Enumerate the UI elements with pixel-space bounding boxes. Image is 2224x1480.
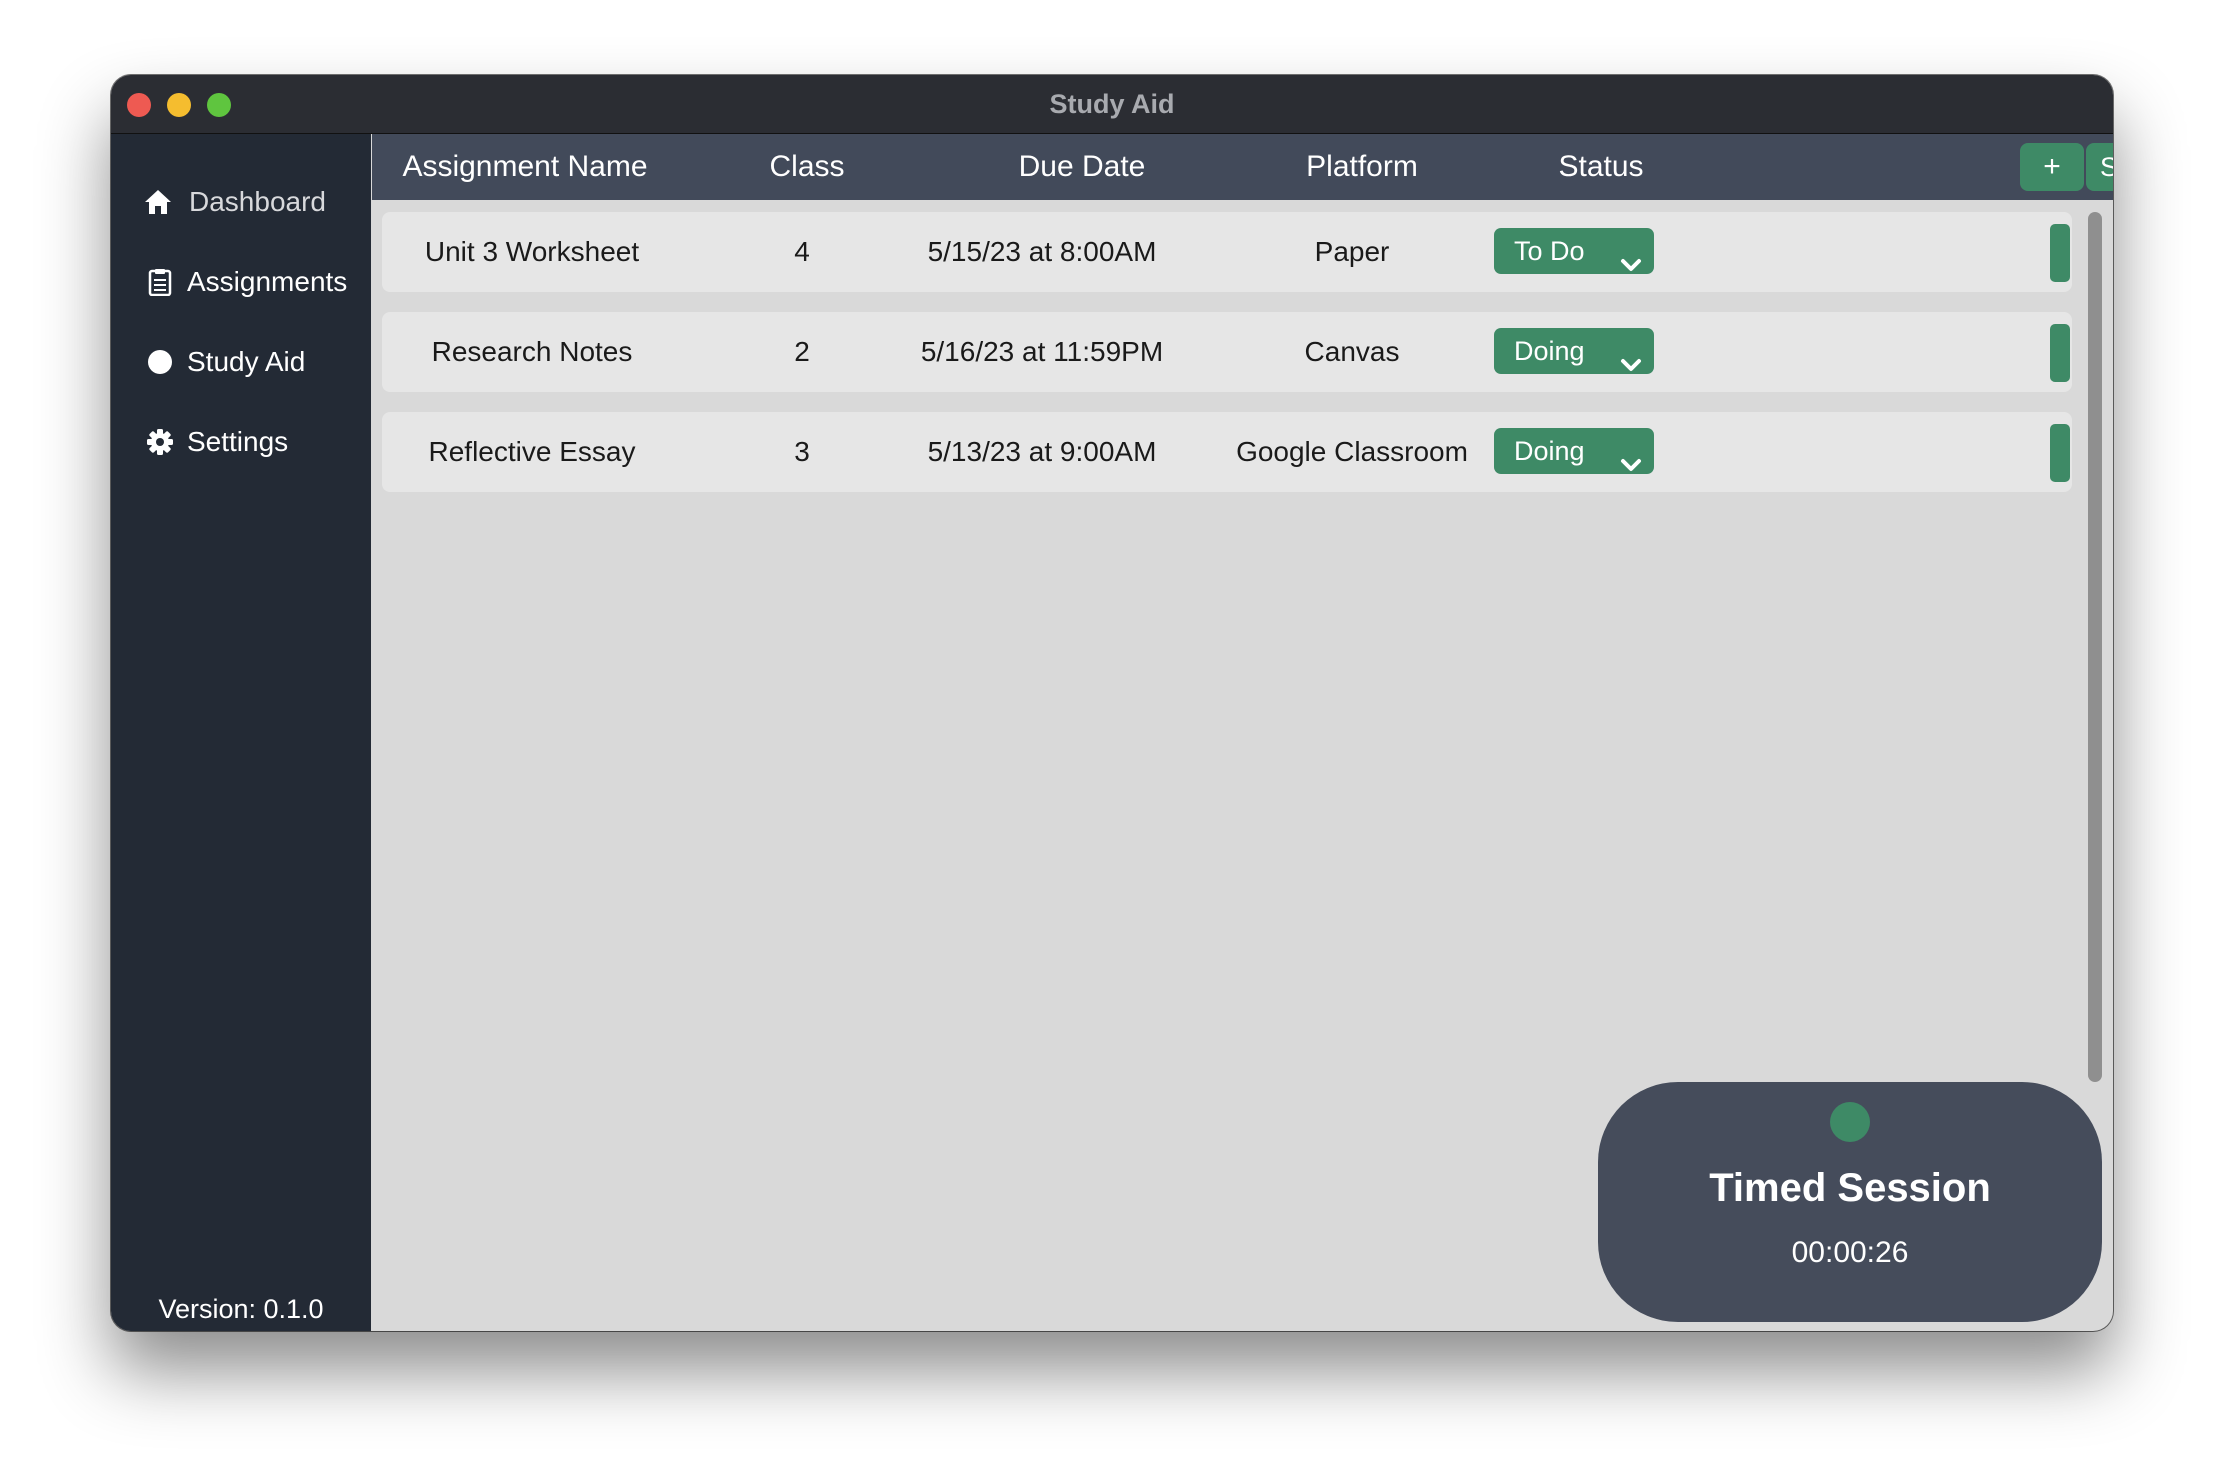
session-status-indicator <box>1830 1102 1870 1142</box>
status-dropdown[interactable]: Doing <box>1494 428 1654 474</box>
sidebar-item-label: Assignments <box>187 266 348 297</box>
cell-assignment-name: Reflective Essay <box>428 436 636 467</box>
gear-icon <box>145 427 175 457</box>
timed-session-clock: 00:00:26 <box>1791 1236 1909 1269</box>
timed-session-title: Timed Session <box>1709 1166 1991 1210</box>
sidebar-item-dashboard[interactable]: Dashboard <box>143 182 326 222</box>
home-icon <box>143 187 173 217</box>
sidebar-item-study-aid[interactable]: Study Aid <box>145 342 305 382</box>
status-label: To Do <box>1514 236 1585 266</box>
column-header-class[interactable]: Class <box>732 134 882 200</box>
window-title: Study Aid <box>1049 89 1175 119</box>
sidebar-item-label: Study Aid <box>187 346 306 377</box>
chevron-down-icon <box>1620 442 1642 488</box>
cell-due-date: 5/16/23 at 11:59PM <box>920 336 1164 367</box>
status-label: Doing <box>1514 336 1585 366</box>
row-handle[interactable] <box>2050 424 2070 482</box>
cell-class: 3 <box>794 436 810 467</box>
table-row[interactable]: Unit 3 Worksheet 4 5/15/23 at 8:00AM Pap… <box>382 212 2072 292</box>
cell-platform: Canvas <box>1304 336 1400 367</box>
cell-class: 4 <box>794 236 810 267</box>
title-bar: Study Aid <box>111 75 2113 134</box>
cell-platform: Paper <box>1314 236 1390 267</box>
table-row[interactable]: Reflective Essay 3 5/13/23 at 9:00AM Goo… <box>382 412 2072 492</box>
cell-due-date: 5/13/23 at 9:00AM <box>927 436 1157 467</box>
circle-icon <box>145 347 175 377</box>
app-window: Study Aid Dashboard Assignments Study Ai… <box>111 75 2113 1331</box>
vertical-scrollbar[interactable] <box>2088 212 2102 1082</box>
sidebar: Dashboard Assignments Study Aid Settings… <box>111 134 371 1331</box>
cell-platform: Google Classroom <box>1236 436 1468 467</box>
sort-dropdown[interactable]: Sort By: Due Date <box>2086 143 2113 191</box>
chevron-down-icon <box>1620 242 1642 288</box>
timed-session-panel[interactable]: Timed Session 00:00:26 <box>1598 1082 2102 1322</box>
column-header-status[interactable]: Status <box>1476 134 1726 200</box>
column-header-assignment-name[interactable]: Assignment Name <box>372 134 678 200</box>
status-dropdown[interactable]: To Do <box>1494 228 1654 274</box>
chevron-down-icon <box>1620 342 1642 388</box>
column-header-due-date[interactable]: Due Date <box>932 134 1232 200</box>
table-header: Assignment Name Class Due Date Platform … <box>372 134 2113 200</box>
sidebar-item-label: Settings <box>187 426 289 457</box>
sidebar-item-assignments[interactable]: Assignments <box>145 262 347 302</box>
version-label: Version: 0.1.0 <box>158 1294 324 1324</box>
cell-assignment-name: Unit 3 Worksheet <box>424 236 640 267</box>
add-assignment-button[interactable]: + <box>2020 143 2084 191</box>
cell-assignment-name: Research Notes <box>431 336 633 367</box>
row-handle[interactable] <box>2050 324 2070 382</box>
cell-class: 2 <box>794 336 810 367</box>
table-row[interactable]: Research Notes 2 5/16/23 at 11:59PM Canv… <box>382 312 2072 392</box>
clipboard-icon <box>145 267 175 297</box>
column-header-platform[interactable]: Platform <box>1212 134 1512 200</box>
row-handle[interactable] <box>2050 224 2070 282</box>
status-dropdown[interactable]: Doing <box>1494 328 1654 374</box>
sort-dropdown-label: Sort By: Due Date <box>2100 152 2113 182</box>
cell-due-date: 5/15/23 at 8:00AM <box>927 236 1157 267</box>
sidebar-item-label: Dashboard <box>189 186 326 217</box>
sidebar-item-settings[interactable]: Settings <box>145 422 288 462</box>
status-label: Doing <box>1514 436 1585 466</box>
